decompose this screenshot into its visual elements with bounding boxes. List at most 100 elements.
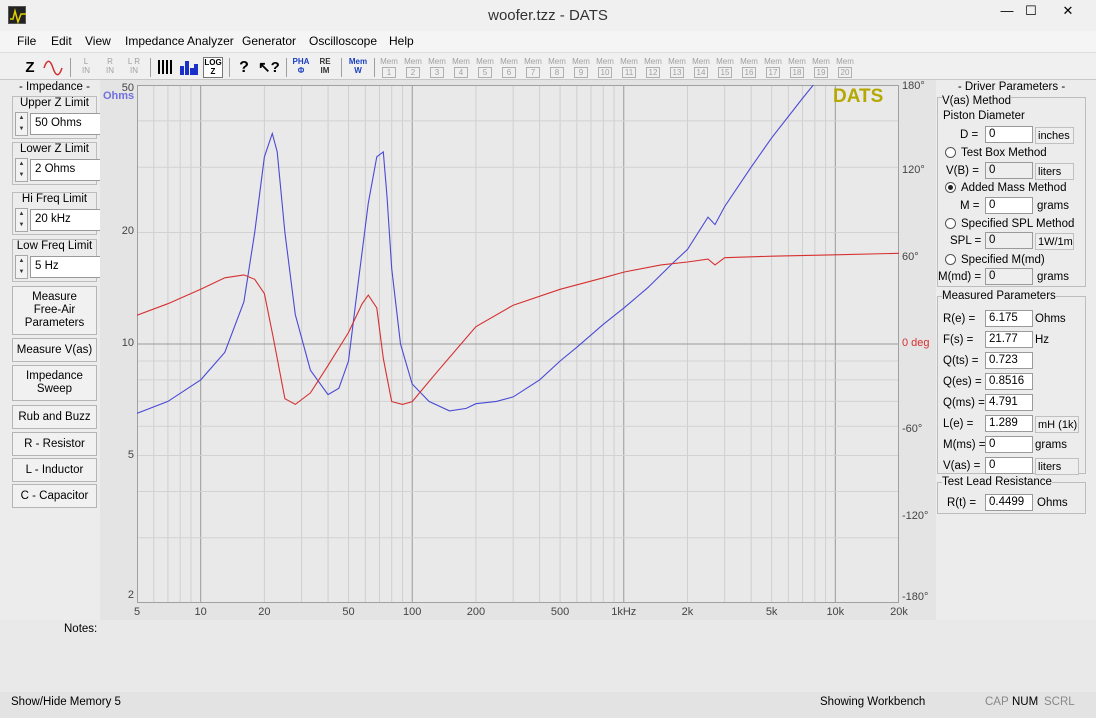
menu-file[interactable]: File (17, 34, 36, 48)
memory-write-button[interactable]: Mem W (347, 57, 369, 78)
histogram-icon[interactable] (179, 57, 199, 78)
y-right-tick-label: 120° (902, 164, 925, 177)
memory-slot-label: Mem (500, 57, 518, 66)
measured-param-value[interactable]: 1.289 (985, 415, 1033, 432)
memory-slot-10-button[interactable]: Mem 10 (596, 57, 614, 78)
test-box-label[interactable]: Test Box Method (961, 147, 1047, 159)
window-title: woofer.tzz - DATS (488, 7, 608, 24)
capacitor-button[interactable]: C - Capacitor (12, 484, 97, 508)
hi-freq-group: Hi Freq Limit ▲ ▼ 20 kHz (12, 192, 104, 235)
memory-slot-11-button[interactable]: Mem 11 (620, 57, 638, 78)
y-left-tick-label: 10 (121, 337, 134, 349)
memory-slot-12-button[interactable]: Mem 12 (644, 57, 662, 78)
impedance-sweep-button[interactable]: Impedance Sweep (12, 365, 97, 401)
rt-field[interactable]: 0.4499 (985, 494, 1033, 511)
memory-slot-14-button[interactable]: Mem 14 (692, 57, 710, 78)
mmd-field[interactable]: 0 (985, 268, 1033, 285)
vas-method-label: V(as) Method (942, 95, 1012, 107)
memory-slot-2-button[interactable]: Mem 2 (404, 57, 422, 78)
memory-slot-number: 10 (598, 67, 612, 78)
measured-param-value[interactable]: 4.791 (985, 394, 1033, 411)
vb-field[interactable]: 0 (985, 162, 1033, 179)
maximize-button[interactable]: ☐ (1017, 0, 1045, 22)
spl-field[interactable]: 0 (985, 232, 1033, 249)
hi-freq-field[interactable]: 20 kHz (30, 209, 104, 231)
memory-slot-4-button[interactable]: Mem 4 (452, 57, 470, 78)
memory-write-sub: W (354, 66, 362, 75)
memory-slot-label: Mem (452, 57, 470, 66)
help-icon[interactable]: ? (236, 57, 252, 78)
m-field[interactable]: 0 (985, 197, 1033, 214)
measured-param-label: M(ms) = (943, 439, 986, 451)
specified-spl-radio[interactable] (945, 218, 956, 229)
low-freq-spinner[interactable]: ▲ ▼ (15, 255, 28, 279)
memory-slot-18-button[interactable]: Mem 18 (788, 57, 806, 78)
memory-slot-19-button[interactable]: Mem 19 (812, 57, 830, 78)
memory-slot-number: 13 (670, 67, 684, 78)
added-mass-radio[interactable] (945, 182, 956, 193)
memory-slot-1-button[interactable]: Mem 1 (380, 57, 398, 78)
impedance-plot[interactable] (137, 85, 899, 603)
measured-param-value[interactable]: 0 (985, 457, 1033, 474)
measure-vas-button[interactable]: Measure V(as) (12, 338, 97, 362)
context-help-icon[interactable]: ↖? (258, 57, 280, 78)
upper-z-spinner[interactable]: ▲ ▼ (15, 112, 28, 136)
sine-wave-icon[interactable] (42, 57, 64, 78)
hi-freq-spinner[interactable]: ▲ ▼ (15, 208, 28, 232)
impedance-section-title: - Impedance - (19, 81, 90, 93)
left-input-button[interactable]: L IN (78, 57, 94, 78)
low-freq-field[interactable]: 5 Hz (30, 256, 104, 278)
d-field[interactable]: 0 (985, 126, 1033, 143)
memory-write-label: Mem (348, 57, 368, 66)
impedance-mode-button[interactable]: Z (20, 57, 40, 78)
added-mass-label[interactable]: Added Mass Method (961, 182, 1066, 194)
piston-diameter-label: Piston Diameter (943, 110, 1025, 122)
menu-generator[interactable]: Generator (242, 34, 296, 48)
measure-free-air-button[interactable]: Measure Free-Air Parameters (12, 286, 97, 335)
specified-mmd-label[interactable]: Specified M(md) (961, 254, 1045, 266)
lower-z-field[interactable]: 2 Ohms (30, 159, 104, 181)
resistor-button[interactable]: R - Resistor (12, 432, 97, 456)
measured-param-value[interactable]: 0.723 (985, 352, 1033, 369)
memory-slot-17-button[interactable]: Mem 17 (764, 57, 782, 78)
memory-slot-16-button[interactable]: Mem 16 (740, 57, 758, 78)
log-z-button[interactable]: LOG Z (203, 57, 223, 78)
phase-button[interactable]: PHA Φ (291, 57, 311, 78)
d-unit: inches (1035, 127, 1074, 144)
memory-slot-7-button[interactable]: Mem 7 (524, 57, 542, 78)
measured-param-unit: grams (1035, 439, 1067, 451)
y-left-tick-label: 50 (121, 82, 134, 94)
measured-param-value[interactable]: 0 (985, 436, 1033, 453)
upper-z-field[interactable]: 50 Ohms (30, 113, 104, 135)
menu-oscilloscope[interactable]: Oscilloscope (309, 34, 377, 48)
menu-help[interactable]: Help (389, 34, 414, 48)
memory-slot-9-button[interactable]: Mem 9 (572, 57, 590, 78)
toolbar-divider (341, 58, 342, 77)
memory-slot-13-button[interactable]: Mem 13 (668, 57, 686, 78)
rub-and-buzz-button[interactable]: Rub and Buzz (12, 405, 97, 429)
stereo-input-button[interactable]: L R IN (124, 57, 144, 78)
inductor-button[interactable]: L - Inductor (12, 458, 97, 482)
memory-slot-3-button[interactable]: Mem 3 (428, 57, 446, 78)
test-box-radio[interactable] (945, 147, 956, 158)
menu-impedance-analyzer[interactable]: Impedance Analyzer (125, 34, 234, 48)
measured-param-value[interactable]: 6.175 (985, 310, 1033, 327)
memory-slot-number: 12 (646, 67, 660, 78)
lower-z-spinner[interactable]: ▲ ▼ (15, 158, 28, 182)
right-input-button[interactable]: R IN (102, 57, 118, 78)
specified-mmd-radio[interactable] (945, 254, 956, 265)
memory-slot-5-button[interactable]: Mem 5 (476, 57, 494, 78)
memory-slot-20-button[interactable]: Mem 20 (836, 57, 854, 78)
memory-slot-15-button[interactable]: Mem 15 (716, 57, 734, 78)
notes-area[interactable] (0, 620, 1096, 692)
specified-spl-label[interactable]: Specified SPL Method (961, 218, 1074, 230)
measured-param-value[interactable]: 21.77 (985, 331, 1033, 348)
bars-icon[interactable] (157, 57, 175, 78)
measured-param-value[interactable]: 0.8516 (985, 373, 1033, 390)
menu-view[interactable]: View (85, 34, 111, 48)
menu-edit[interactable]: Edit (51, 34, 72, 48)
close-button[interactable]: ✕ (1045, 0, 1091, 22)
memory-slot-8-button[interactable]: Mem 8 (548, 57, 566, 78)
re-im-button[interactable]: RE IM (315, 57, 335, 78)
memory-slot-6-button[interactable]: Mem 6 (500, 57, 518, 78)
